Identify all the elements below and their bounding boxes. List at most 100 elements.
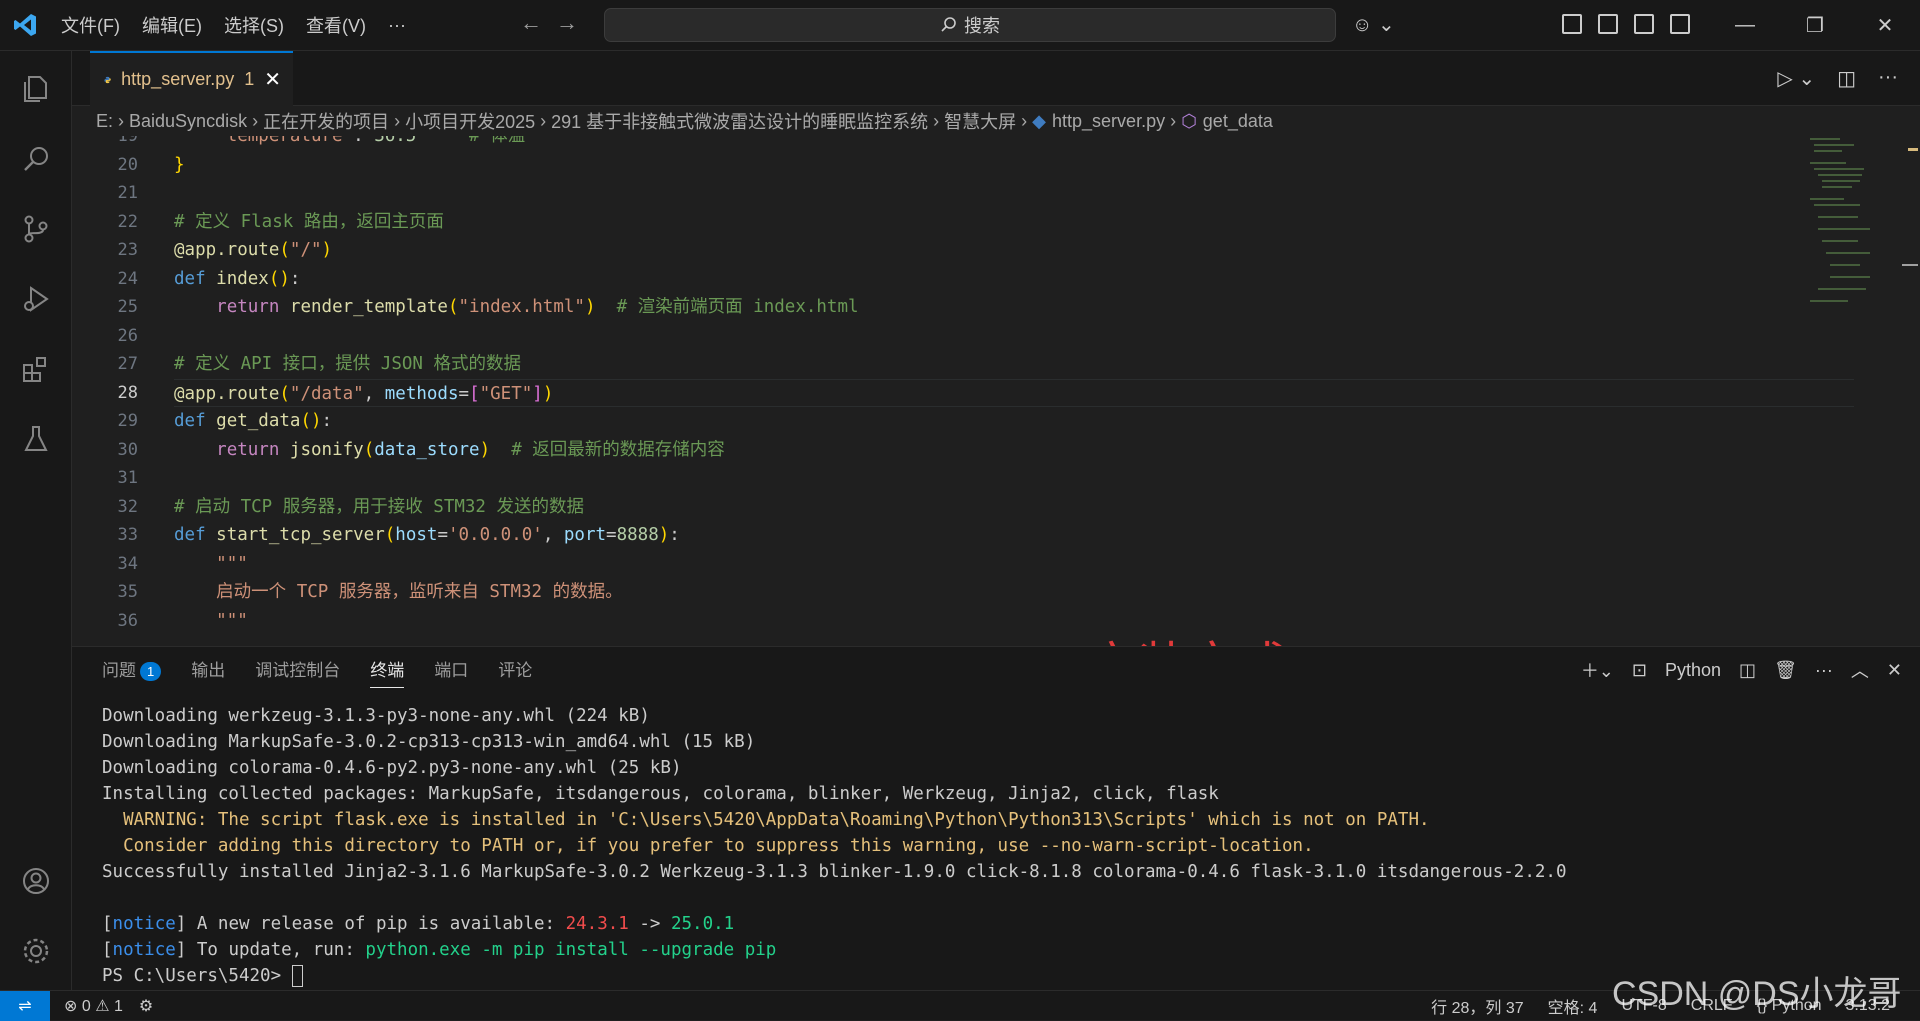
title-bar: 文件(F) 编辑(E) 选择(S) 查看(V) ··· ← → 搜索 ☺ ⌄ —… xyxy=(0,0,1920,51)
copilot-icon[interactable]: ☺ ⌄ xyxy=(1352,12,1395,37)
warning-count: 1 xyxy=(114,997,123,1015)
close-window-icon[interactable]: ✕ xyxy=(1850,0,1920,51)
breadcrumb-folder[interactable]: BaiduSyncdisk xyxy=(129,111,247,132)
minimize-icon[interactable]: — xyxy=(1710,0,1780,51)
breadcrumb-file[interactable]: http_server.py xyxy=(1052,111,1165,132)
code-line: @app.route("/") xyxy=(174,240,333,260)
close-panel-icon[interactable]: ✕ xyxy=(1887,660,1902,681)
warning-icon: ⚠ xyxy=(95,997,110,1015)
breadcrumb-drive[interactable]: E: xyxy=(96,111,113,132)
menu-selection[interactable]: 选择(S) xyxy=(213,12,295,38)
cursor-position[interactable]: 行 28，列 37 xyxy=(1431,994,1524,1018)
problems-status[interactable]: ⊗ 0 ⚠ 1 xyxy=(64,996,123,1016)
breadcrumb-symbol[interactable]: get_data xyxy=(1203,111,1273,132)
editor-scrollbar[interactable] xyxy=(1898,136,1920,646)
code-line-active: @app.route("/data", methods=["GET"]) xyxy=(174,378,1854,407)
terminal-warning-line: Consider adding this directory to PATH o… xyxy=(102,836,1314,856)
code-line: # 定义 Flask 路由，返回主页面 xyxy=(174,211,444,232)
toggle-secondary-sidebar-icon[interactable] xyxy=(1670,14,1690,34)
forward-arrow-icon[interactable]: → xyxy=(556,10,578,36)
tab-debug-console[interactable]: 调试控制台 xyxy=(255,656,340,681)
toggle-panel-icon[interactable] xyxy=(1634,14,1654,34)
code-line: # 启动 TCP 服务器，用于接收 STM32 发送的数据 xyxy=(174,496,585,517)
new-terminal-icon[interactable]: ＋⌄ xyxy=(1581,657,1614,683)
search-view-icon[interactable] xyxy=(0,129,72,189)
code-line: """ xyxy=(216,610,248,631)
notice-text: ] To update, run: xyxy=(175,940,366,960)
line-number-gutter: 19 20 21 22 23 24 25 26 27 28 29 30 31 3… xyxy=(72,136,144,635)
split-editor-icon[interactable]: ◫ xyxy=(1837,66,1856,91)
line-number: 30 xyxy=(117,439,138,460)
bottom-panel: 问题 1 输出 调试控制台 终端 端口 评论 ＋⌄ ⊡ Python ◫ 🗑 ··… xyxy=(72,646,1920,990)
editor-actions: ▷ ⌄ ◫ ··· xyxy=(1777,66,1898,91)
extensions-icon[interactable] xyxy=(0,339,72,399)
breadcrumb-folder[interactable]: 小项目开发2025 xyxy=(405,108,535,134)
breadcrumb-folder[interactable]: 正在开发的项目 xyxy=(263,108,389,134)
line-number: 35 xyxy=(117,582,138,602)
notice-tag: notice xyxy=(112,914,176,934)
debug-icon[interactable]: ⚙ xyxy=(139,996,153,1016)
run-python-file-icon[interactable]: ▷ ⌄ xyxy=(1777,66,1815,91)
panel-actions: ＋⌄ ⊡ Python ◫ 🗑 ··· ︿ ✕ xyxy=(1581,657,1902,683)
terminal-profile-label[interactable]: Python xyxy=(1665,660,1721,681)
notice-tag: notice xyxy=(112,940,176,960)
status-left: ⊗ 0 ⚠ 1 ⚙ xyxy=(64,996,153,1016)
minimap[interactable] xyxy=(1808,136,1896,646)
more-icon[interactable]: ··· xyxy=(1815,660,1833,681)
notice-text: ] A new release of pip is available: xyxy=(175,914,566,934)
tab-problems-count: 1 xyxy=(244,69,255,89)
nav-arrows: ← → xyxy=(520,10,578,36)
tab-ports[interactable]: 端口 xyxy=(434,656,468,681)
chevron-right-icon: › xyxy=(394,110,401,131)
terminal-line: Successfully installed Jinja2-3.1.6 Mark… xyxy=(102,862,1567,882)
restore-icon[interactable]: ❐ xyxy=(1780,0,1850,51)
line-number: 25 xyxy=(117,297,138,317)
back-arrow-icon[interactable]: ← xyxy=(520,10,542,36)
error-icon: ⊗ xyxy=(64,997,78,1015)
trash-icon[interactable]: 🗑 xyxy=(1774,660,1797,681)
explorer-icon[interactable] xyxy=(0,59,72,119)
old-version: 24.3.1 xyxy=(565,914,629,934)
tab-close-icon[interactable]: ✕ xyxy=(264,67,281,92)
line-number: 33 xyxy=(117,525,138,545)
terminal-output[interactable]: Downloading werkzeug-3.1.3-py3-none-any.… xyxy=(102,703,1902,989)
source-control-icon[interactable] xyxy=(0,199,72,259)
chevron-right-icon: › xyxy=(540,110,547,131)
menu-view[interactable]: 查看(V) xyxy=(295,12,377,38)
menu-file[interactable]: 文件(F) xyxy=(50,12,131,38)
code-line: def get_data(): xyxy=(174,411,333,431)
run-debug-icon[interactable] xyxy=(0,269,72,329)
terminal-notice-line: [notice] To update, run: python.exe -m p… xyxy=(102,937,1902,963)
code-line: # 定义 API 接口，提供 JSON 格式的数据 xyxy=(174,354,521,374)
tab-terminal[interactable]: 终端 xyxy=(370,656,405,688)
settings-gear-icon[interactable] xyxy=(0,921,72,981)
tab-output[interactable]: 输出 xyxy=(191,656,225,681)
remote-indicator-icon[interactable]: ⇌ xyxy=(0,990,50,1021)
toggle-sidebar-icon[interactable] xyxy=(1598,14,1618,34)
tab-comments[interactable]: 评论 xyxy=(498,656,532,681)
maximize-panel-icon[interactable]: ︿ xyxy=(1851,657,1869,683)
code-lines: "temperature": 36.5 # 体温 } # 定义 Flask 路由… xyxy=(174,136,1854,635)
breadcrumb-folder[interactable]: 智慧大屏 xyxy=(944,108,1016,134)
command-center-search[interactable]: 搜索 xyxy=(604,8,1336,42)
arrow-text: -> xyxy=(628,914,671,934)
tab-problems[interactable]: 问题 1 xyxy=(102,656,162,681)
search-icon xyxy=(941,17,956,32)
testing-icon[interactable] xyxy=(0,409,72,469)
more-actions-icon[interactable]: ··· xyxy=(1878,66,1898,91)
overlay-annotation-text: 安装完成 xyxy=(1088,626,1288,646)
split-terminal-icon[interactable]: ◫ xyxy=(1739,660,1756,681)
menu-edit[interactable]: 编辑(E) xyxy=(131,12,213,38)
customize-layout-icon[interactable] xyxy=(1562,14,1582,34)
chevron-right-icon: › xyxy=(1021,110,1028,131)
code-editor[interactable]: 19 20 21 22 23 24 25 26 27 28 29 30 31 3… xyxy=(72,136,1920,646)
terminal-line: Downloading werkzeug-3.1.3-py3-none-any.… xyxy=(102,706,650,726)
accounts-icon[interactable] xyxy=(0,851,72,911)
tab-http-server[interactable]: http_server.py 1 ✕ xyxy=(90,51,293,106)
code-line: 启动一个 TCP 服务器，监听来自 STM32 的数据。 xyxy=(216,582,623,602)
menu-more[interactable]: ··· xyxy=(377,15,417,36)
indentation[interactable]: 空格: 4 xyxy=(1548,994,1598,1018)
breadcrumb-folder[interactable]: 291 基于非接触式微波雷达设计的睡眠监控系统 xyxy=(551,108,928,134)
